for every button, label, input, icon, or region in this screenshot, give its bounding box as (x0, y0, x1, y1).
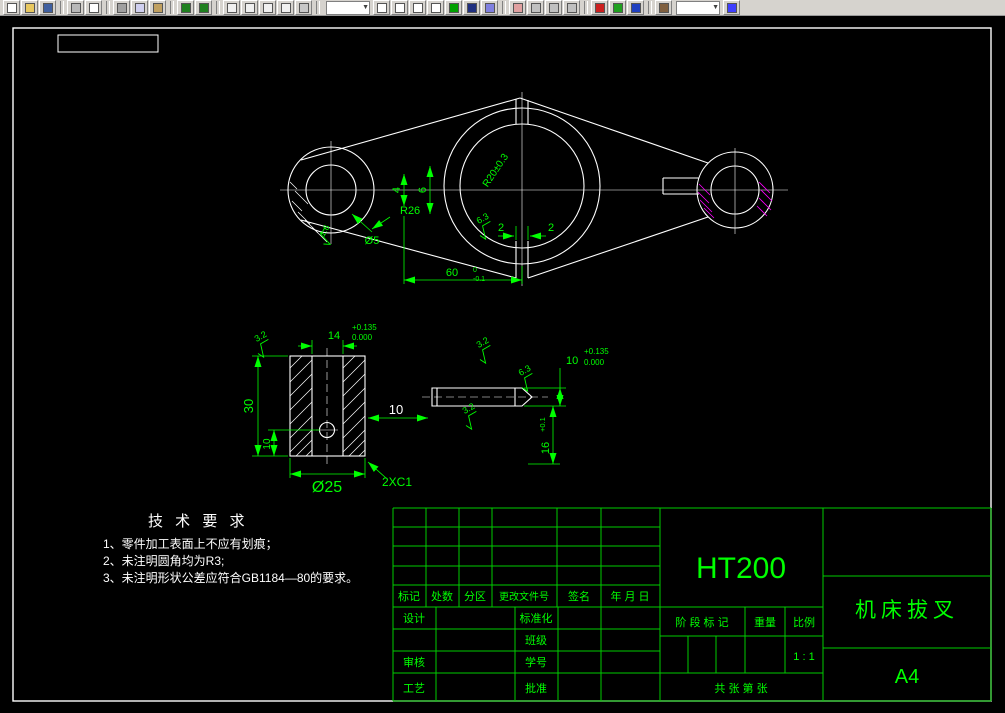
cell-class: 班级 (525, 634, 547, 647)
header-mark: 标记 (398, 589, 420, 603)
cell-approve: 批准 (525, 681, 547, 695)
paste-icon[interactable] (149, 0, 166, 15)
style-combo[interactable]: ▼ (676, 1, 720, 15)
toolbar-separator (316, 1, 320, 14)
cell-weight: 重量 (754, 615, 776, 629)
dim-dia25: Ø25 (312, 479, 342, 496)
dim-r26: R26 (400, 205, 420, 217)
drawing-canvas[interactable]: 4 6 R26 Ø5 R20±0.3 60 0 -0.1 2 2 6.3 1.6 (0, 16, 1005, 713)
dim-6: 6 (417, 187, 429, 193)
text-icon[interactable] (463, 0, 480, 15)
toolbar-separator (106, 1, 110, 14)
toolbar-separator (502, 1, 506, 14)
circle-icon[interactable] (391, 0, 408, 15)
header-count: 处数 (431, 590, 453, 603)
cell-design: 设计 (403, 612, 425, 625)
dim-60: 60 (446, 267, 458, 279)
tech-req-item-2: 2、未注明圆角均为R3; (103, 553, 224, 568)
move-icon[interactable] (527, 0, 544, 15)
header-zone: 分区 (464, 590, 486, 603)
cell-standardize: 标准化 (520, 611, 553, 625)
rotate-icon[interactable] (545, 0, 562, 15)
dim-60-sup: 0 (473, 267, 477, 274)
hatch-icon[interactable] (481, 0, 498, 15)
header-change-file: 更改文件号 (499, 590, 549, 603)
chevron-down-icon: ▼ (362, 4, 369, 11)
new-icon[interactable] (3, 0, 20, 15)
header-date: 年 月 日 (610, 589, 649, 603)
green-tool-icon[interactable] (609, 0, 626, 15)
dim-14-sup: +0.135 (352, 323, 377, 332)
dim-10r-sup: +0.135 (584, 347, 609, 356)
dim-16: 16 (540, 442, 552, 454)
dim-30: 30 (241, 399, 256, 413)
toolbar-separator (584, 1, 588, 14)
open-icon[interactable] (21, 0, 38, 15)
dim-10r: 10 (566, 355, 578, 367)
toolbar-separator (60, 1, 64, 14)
header-signature: 签名 (568, 589, 590, 603)
cad-application-window: ▼▼ (0, 0, 1005, 713)
dim-2xc1: 2XC1 (382, 475, 412, 489)
layer-combo[interactable]: ▼ (326, 1, 370, 15)
toolbar: ▼▼ (0, 0, 1005, 16)
dim-10-jaw: 10 (389, 402, 403, 417)
cell-scale: 比例 (793, 615, 815, 629)
dim-14-sub: 0.000 (352, 333, 373, 342)
help-icon[interactable] (723, 0, 740, 15)
copy-icon[interactable] (131, 0, 148, 15)
dim-16-sup: +0.1 (538, 417, 547, 432)
line-icon[interactable] (373, 0, 390, 15)
erase-icon[interactable] (509, 0, 526, 15)
redo-icon[interactable] (195, 0, 212, 15)
cut-icon[interactable] (113, 0, 130, 15)
cell-student-no: 学号 (525, 655, 547, 669)
red-tool-icon[interactable] (591, 0, 608, 15)
dim-slot-2-right: 2 (548, 222, 554, 234)
zoom-window-icon[interactable] (259, 0, 276, 15)
print-icon[interactable] (67, 0, 84, 15)
mirror-icon[interactable] (563, 0, 580, 15)
blue-tool-icon[interactable] (627, 0, 644, 15)
cell-sheets: 共 张 第 张 (714, 681, 767, 695)
tech-req-title: 技 术 要 求 (148, 513, 249, 530)
cell-stage-mark: 阶 段 标 记 (675, 615, 728, 629)
toolbar-separator (648, 1, 652, 14)
toolbar-separator (170, 1, 174, 14)
dim-14: 14 (328, 330, 340, 342)
pan-icon[interactable] (295, 0, 312, 15)
toolbar-separator (216, 1, 220, 14)
cell-check: 审核 (403, 655, 425, 669)
dim-10r-sub: 0.000 (584, 358, 605, 367)
part-name-label: 机床拔叉 (855, 599, 959, 622)
paper-size-label: A4 (895, 666, 919, 688)
dim-4: 4 (391, 187, 403, 193)
zoom-out-icon[interactable] (241, 0, 258, 15)
dim-dia5: Ø5 (365, 235, 380, 247)
chevron-down-icon: ▼ (712, 4, 719, 11)
cell-process: 工艺 (403, 682, 425, 695)
zoom-all-icon[interactable] (277, 0, 294, 15)
dim-10-offset: 10 (262, 438, 273, 450)
material-label: HT200 (696, 552, 786, 585)
dim-60-sub: -0.1 (473, 276, 485, 283)
arc-icon[interactable] (409, 0, 426, 15)
undo-icon[interactable] (177, 0, 194, 15)
properties-icon[interactable] (655, 0, 672, 15)
dimension-icon[interactable] (445, 0, 462, 15)
zoom-in-icon[interactable] (223, 0, 240, 15)
tech-req-item-1: 1、零件加工表面上不应有划痕； (103, 536, 278, 551)
cell-scale-value: 1 : 1 (793, 651, 814, 663)
save-icon[interactable] (39, 0, 56, 15)
tech-req-item-3: 3、未注明形状公差应符合GB1184—80的要求。 (103, 570, 358, 585)
rectangle-icon[interactable] (427, 0, 444, 15)
dim-slot-2-left: 2 (498, 222, 504, 234)
print-preview-icon[interactable] (85, 0, 102, 15)
